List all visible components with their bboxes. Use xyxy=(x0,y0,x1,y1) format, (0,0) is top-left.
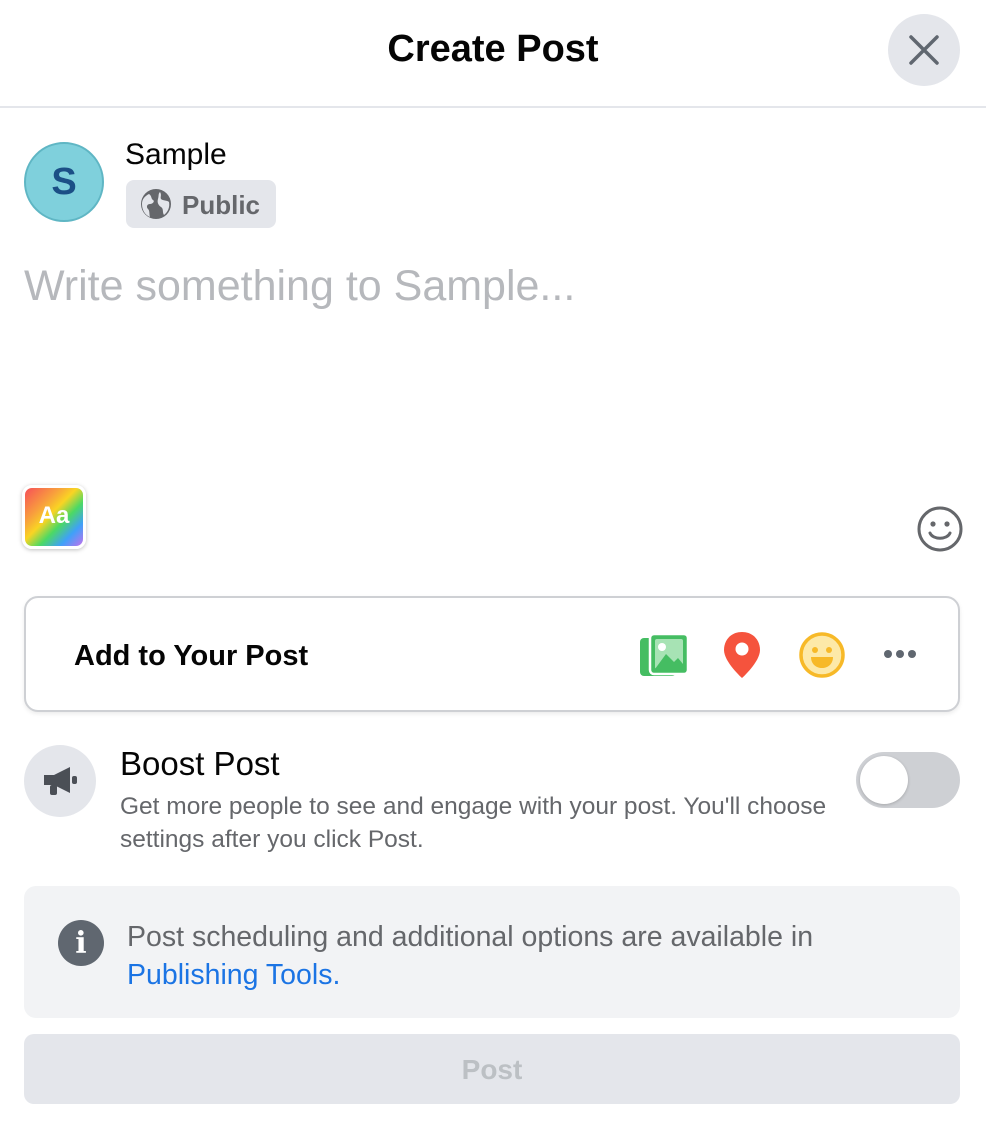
feeling-smiley-icon xyxy=(799,632,845,678)
check-in-button[interactable] xyxy=(722,630,762,685)
toggle-knob xyxy=(860,756,908,804)
photo-video-button[interactable] xyxy=(638,632,690,683)
megaphone-icon xyxy=(44,767,77,795)
post-button-label: Post xyxy=(461,1054,523,1085)
background-style-label: Aa xyxy=(38,502,70,529)
publishing-tools-link[interactable]: Publishing Tools. xyxy=(127,959,340,991)
dialog-header: Create Post xyxy=(0,0,986,108)
boost-post-description: Get more people to see and engage with y… xyxy=(120,793,827,853)
info-icon: i xyxy=(58,920,104,966)
location-pin-icon xyxy=(724,632,760,678)
info-text: Post scheduling and additional options a… xyxy=(127,918,927,994)
add-to-post-label: Add to Your Post xyxy=(74,640,309,672)
more-options-button[interactable] xyxy=(882,642,918,671)
close-icon xyxy=(909,35,939,65)
emoji-picker-button[interactable] xyxy=(916,505,964,553)
audience-selector-button[interactable]: Public xyxy=(126,180,276,228)
create-post-dialog: Create Post S Sample Public Aa Add to Yo… xyxy=(0,0,986,1126)
boost-icon-circle xyxy=(24,745,96,817)
globe-icon xyxy=(141,189,171,219)
smiley-outline-icon xyxy=(917,506,963,552)
audience-label: Public xyxy=(182,190,261,220)
dialog-title: Create Post xyxy=(387,28,599,70)
photo-video-icon xyxy=(640,632,690,676)
boost-post-toggle[interactable] xyxy=(856,752,960,808)
more-horizontal-icon xyxy=(884,650,916,658)
boost-post-title: Boost Post xyxy=(120,745,280,782)
info-message: Post scheduling and additional options a… xyxy=(127,921,814,953)
close-button[interactable] xyxy=(888,14,960,86)
post-button[interactable]: Post xyxy=(24,1034,960,1104)
background-style-button[interactable]: Aa xyxy=(22,485,86,549)
add-to-post-panel: Add to Your Post xyxy=(24,596,960,712)
feeling-activity-button[interactable] xyxy=(798,631,846,684)
avatar[interactable]: S xyxy=(24,142,104,222)
author-name: Sample xyxy=(125,138,227,171)
post-composer-input[interactable] xyxy=(24,262,964,462)
publishing-tools-info: i Post scheduling and additional options… xyxy=(24,886,960,1018)
